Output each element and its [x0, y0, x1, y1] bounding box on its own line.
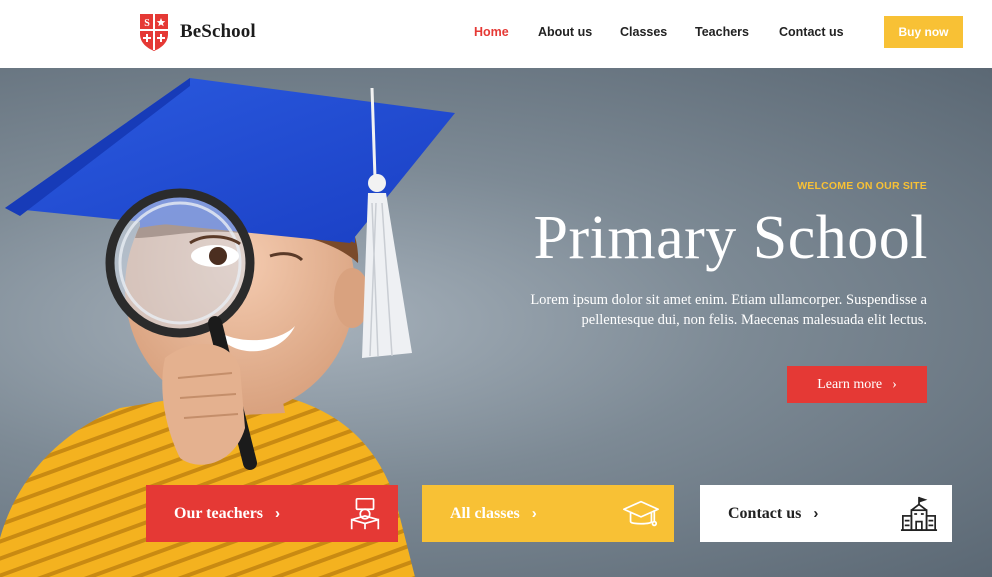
nav-item-teachers[interactable]: Teachers — [695, 25, 749, 39]
nav-item-contact-us[interactable]: Contact us — [779, 25, 844, 39]
school-building-icon — [900, 496, 938, 532]
card-all-classes[interactable]: All classes › — [422, 485, 674, 542]
nav-item-about-us[interactable]: About us — [538, 25, 592, 39]
nav-item-home[interactable]: Home — [474, 25, 509, 39]
chevron-right-icon: › — [531, 505, 537, 522]
graduation-cap-icon — [623, 500, 659, 527]
main-nav: Home About us Classes Teachers Contact u… — [0, 25, 992, 41]
hero-eyebrow: WELCOME ON OUR SITE — [797, 180, 927, 192]
chevron-right-icon: › — [813, 505, 819, 522]
card-label: All classes — [450, 504, 520, 522]
hero-section: WELCOME ON OUR SITE Primary School Lorem… — [0, 68, 992, 577]
card-label: Contact us — [728, 504, 802, 522]
buy-now-button[interactable]: Buy now — [884, 16, 963, 48]
hero-title: Primary School — [533, 204, 928, 272]
card-contact-us[interactable]: Contact us › — [700, 485, 952, 542]
nav-item-classes[interactable]: Classes — [620, 25, 667, 39]
learn-more-label: Learn more — [817, 376, 883, 392]
card-our-teachers[interactable]: Our teachers › — [146, 485, 398, 542]
hero-description: Lorem ipsum dolor sit amet enim. Etiam u… — [530, 292, 927, 328]
site-header: S BeSchool Home About us Classes Teacher… — [0, 0, 992, 68]
teacher-desk-icon — [350, 497, 380, 530]
card-label: Our teachers — [174, 504, 264, 522]
learn-more-button[interactable]: Learn more › — [787, 366, 927, 403]
chevron-right-icon: › — [275, 505, 281, 522]
chevron-right-icon: › — [892, 376, 897, 392]
